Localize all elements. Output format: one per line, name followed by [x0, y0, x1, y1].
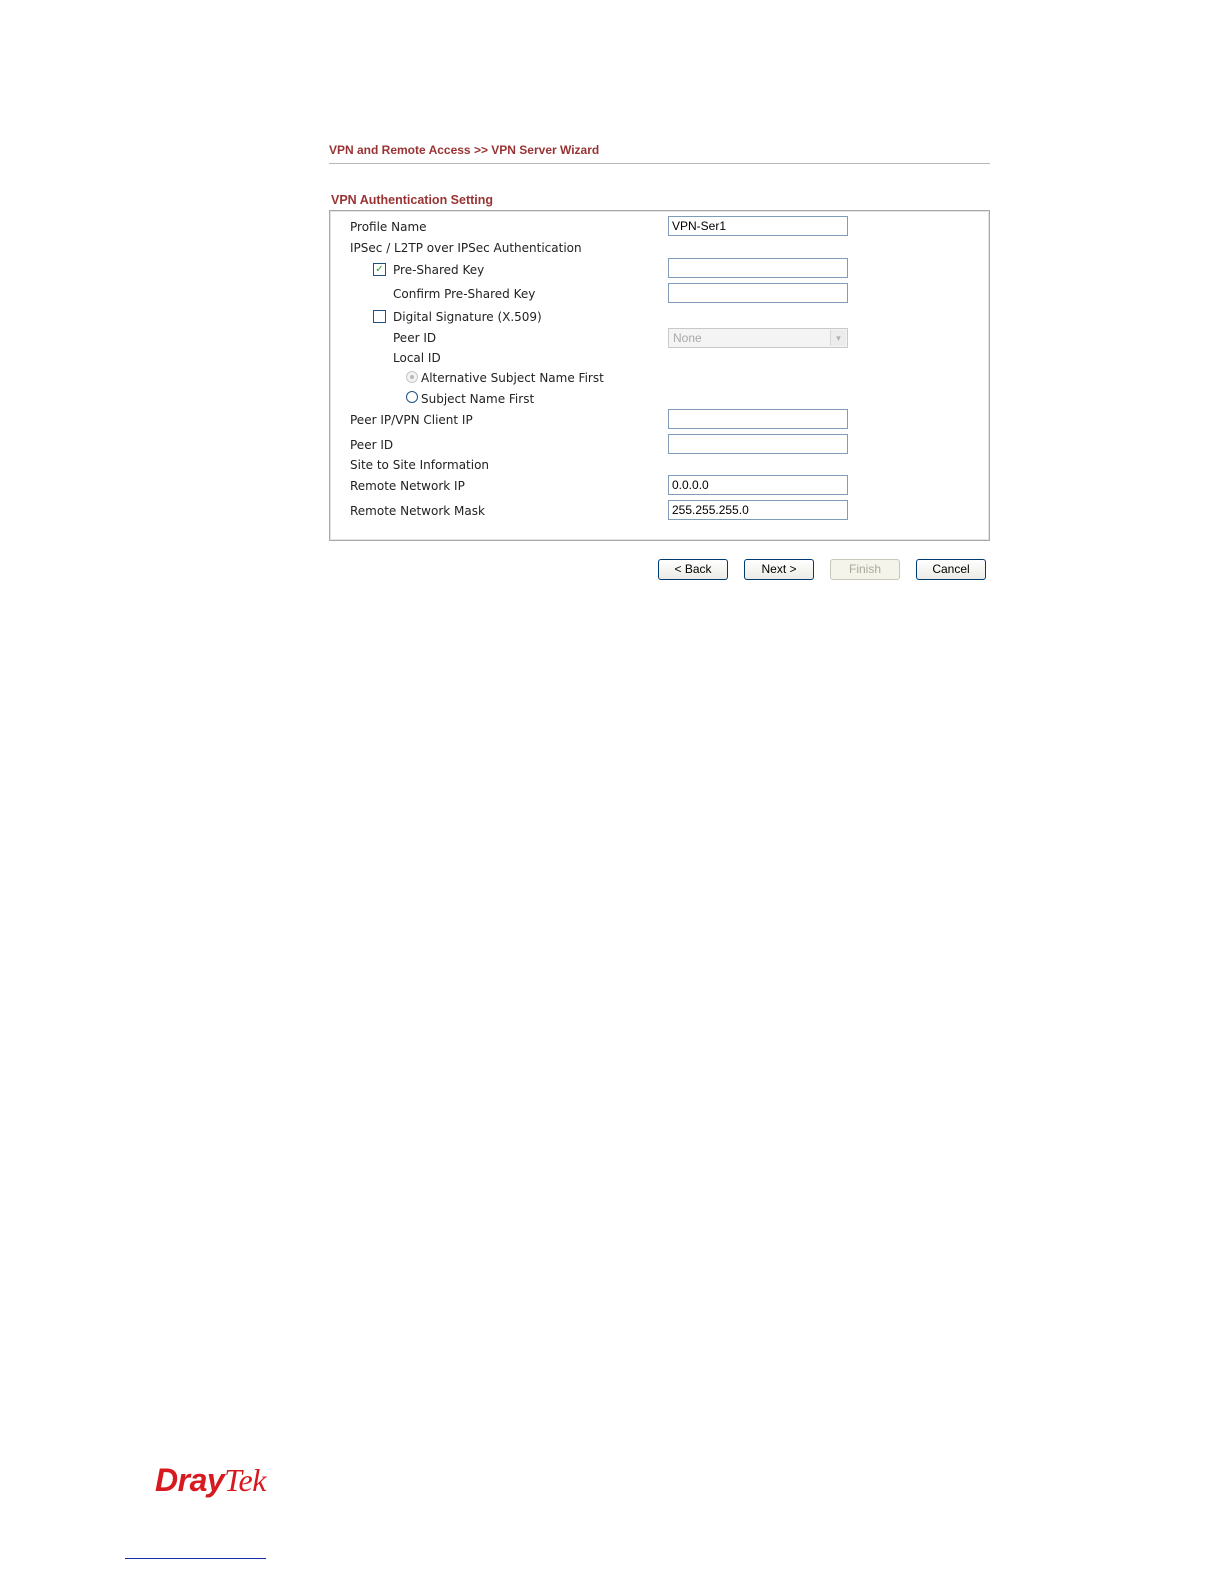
digital-signature-checkbox[interactable]: [373, 310, 386, 323]
back-button[interactable]: < Back: [658, 559, 728, 580]
peer-id-select[interactable]: None ▾: [668, 328, 848, 348]
profile-name-input[interactable]: VPN-Ser1: [668, 216, 848, 236]
remote-network-ip-label: Remote Network IP: [350, 479, 465, 493]
peer-ip-label: Peer IP/VPN Client IP: [350, 413, 473, 427]
alt-subject-name-label: Alternative Subject Name First: [421, 371, 604, 385]
finish-button[interactable]: Finish: [830, 559, 900, 580]
confirm-pre-shared-key-label: Confirm Pre-Shared Key: [393, 287, 536, 301]
cancel-button[interactable]: Cancel: [916, 559, 986, 580]
pre-shared-key-checkbox[interactable]: ✓: [373, 263, 386, 276]
chevron-down-icon: ▾: [830, 330, 846, 346]
draytek-logo: DrayTek: [155, 1462, 266, 1499]
pre-shared-key-label: Pre-Shared Key: [393, 263, 485, 277]
confirm-pre-shared-key-input[interactable]: [668, 283, 848, 303]
pre-shared-key-input[interactable]: [668, 258, 848, 278]
footer-rule: [125, 1558, 266, 1559]
ipsec-auth-label: IPSec / L2TP over IPSec Authentication: [350, 241, 582, 255]
local-id-label: Local ID: [393, 351, 441, 365]
remote-network-ip-input[interactable]: 0.0.0.0: [668, 475, 848, 495]
peer-id-select-value: None: [673, 331, 702, 345]
next-button[interactable]: Next >: [744, 559, 814, 580]
remote-network-mask-input[interactable]: 255.255.255.0: [668, 500, 848, 520]
site-to-site-label: Site to Site Information: [350, 458, 490, 472]
peer-id-label: Peer ID: [350, 438, 394, 452]
peer-id-select-label: Peer ID: [393, 331, 437, 345]
profile-name-label: Profile Name: [350, 220, 427, 234]
logo-dray: Dray: [155, 1462, 225, 1498]
subject-name-label: Subject Name First: [421, 392, 535, 406]
logo-tek: Tek: [224, 1462, 266, 1498]
digital-signature-label: Digital Signature (X.509): [393, 310, 542, 324]
peer-ip-input[interactable]: [668, 409, 848, 429]
alt-subject-name-radio[interactable]: [406, 371, 418, 383]
remote-network-mask-label: Remote Network Mask: [350, 504, 485, 518]
section-title: VPN Authentication Setting: [331, 193, 494, 207]
peer-id-input[interactable]: [668, 434, 848, 454]
check-icon: ✓: [375, 264, 384, 275]
breadcrumb: VPN and Remote Access >> VPN Server Wiza…: [329, 143, 990, 164]
subject-name-radio[interactable]: [406, 391, 418, 403]
